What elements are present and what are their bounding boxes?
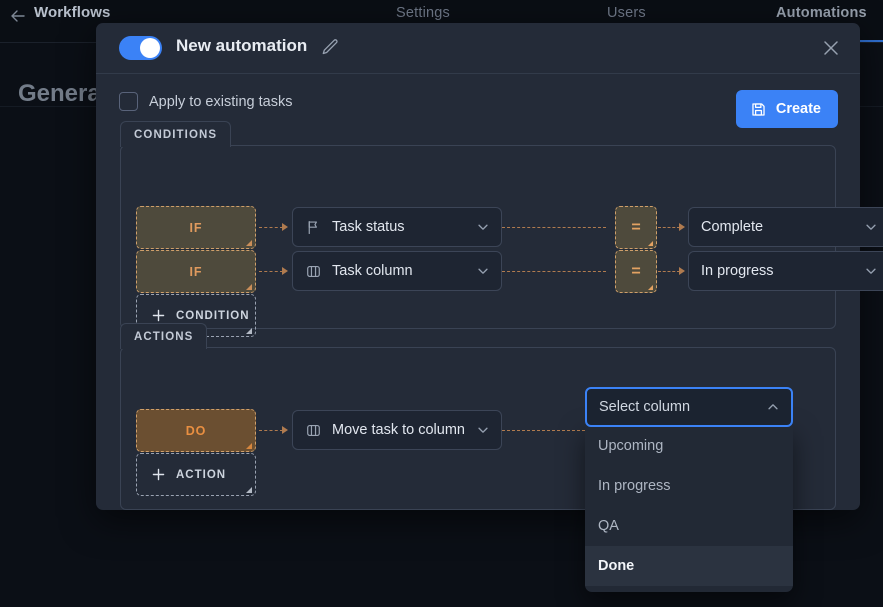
connector-arrow-icon (679, 223, 685, 231)
action-do-label: DO (186, 424, 207, 438)
dropdown-option-label: In progress (598, 478, 671, 494)
apply-to-existing-tasks-checkbox[interactable] (119, 92, 138, 111)
action-value-select[interactable]: Select column (585, 387, 793, 427)
condition-operator-chip-2[interactable]: = (615, 250, 657, 293)
resize-handle-icon[interactable] (648, 241, 653, 246)
flag-icon (305, 219, 322, 236)
connector-line (502, 271, 606, 272)
close-icon[interactable] (819, 36, 843, 60)
chevron-down-icon[interactable] (864, 264, 878, 278)
condition-value-select-2[interactable]: In progress (688, 251, 883, 291)
condition-operator-label-1: = (631, 219, 640, 237)
condition-if-label: IF (190, 221, 203, 235)
chevron-down-icon[interactable] (864, 220, 878, 234)
tab-settings[interactable]: Settings (396, 5, 450, 21)
condition-operator-chip-1[interactable]: = (615, 206, 657, 249)
condition-field-label-1: Task status (332, 219, 405, 235)
create-button-label: Create (776, 101, 821, 117)
dropdown-option-in-progress[interactable]: In progress (585, 466, 793, 506)
connector-line (259, 271, 283, 272)
dropdown-option-label: Upcoming (598, 438, 663, 454)
chevron-down-icon[interactable] (476, 423, 490, 437)
dropdown-option-done[interactable]: Done (585, 546, 793, 586)
connector-line (259, 430, 283, 431)
connector-arrow-icon (282, 267, 288, 275)
chevron-down-icon[interactable] (476, 220, 490, 234)
columns-icon (305, 263, 322, 280)
action-value-label: Select column (599, 399, 690, 415)
toggle-knob (140, 38, 160, 58)
condition-operator-label-2: = (631, 263, 640, 281)
dialog-header: New automation (96, 23, 860, 73)
chevron-down-icon[interactable] (476, 264, 490, 278)
condition-if-chip-1[interactable]: IF (136, 206, 256, 249)
condition-if-chip-2[interactable]: IF (136, 250, 256, 293)
tab-users[interactable]: Users (607, 5, 646, 21)
add-condition-label: CONDITION (176, 310, 250, 322)
condition-row: IF (136, 206, 256, 249)
create-button[interactable]: Create (736, 90, 838, 128)
add-action-label: ACTION (176, 469, 226, 481)
condition-value-label-1: Complete (701, 219, 763, 235)
apply-to-existing-tasks-label: Apply to existing tasks (149, 94, 292, 110)
action-field-label: Move task to column (332, 422, 465, 438)
dialog-title: New automation (176, 36, 307, 56)
back-arrow-icon[interactable] (8, 6, 28, 26)
resize-handle-icon[interactable] (246, 487, 252, 493)
plus-icon (151, 308, 166, 323)
plus-icon (151, 467, 166, 482)
screen: Workflows Settings Users Automations Gen… (0, 0, 883, 607)
condition-field-label-2: Task column (332, 263, 413, 279)
resize-handle-icon[interactable] (246, 443, 252, 449)
connector-arrow-icon (282, 426, 288, 434)
page-title: General (18, 80, 107, 108)
action-do-chip[interactable]: DO (136, 409, 256, 452)
connector-line (502, 227, 606, 228)
dropdown-option-label: Done (598, 558, 634, 574)
breadcrumb[interactable]: Workflows (34, 4, 110, 21)
chevron-up-icon[interactable] (766, 400, 780, 414)
action-field-select[interactable]: Move task to column (292, 410, 502, 450)
pencil-icon[interactable] (320, 37, 340, 57)
condition-if-label: IF (190, 265, 203, 279)
apply-to-existing-tasks-row[interactable]: Apply to existing tasks (119, 92, 292, 111)
condition-field-select-2[interactable]: Task column (292, 251, 502, 291)
condition-row: IF (136, 250, 256, 293)
connector-line (658, 227, 680, 228)
resize-handle-icon[interactable] (246, 240, 252, 246)
resize-handle-icon[interactable] (246, 328, 252, 334)
dropdown-option-upcoming[interactable]: Upcoming (585, 426, 793, 466)
conditions-panel-label: CONDITIONS (120, 121, 231, 147)
condition-field-select-1[interactable]: Task status (292, 207, 502, 247)
dropdown-option-label: QA (598, 518, 619, 534)
columns-icon (305, 422, 322, 439)
resize-handle-icon[interactable] (246, 284, 252, 290)
save-icon (750, 101, 767, 118)
connector-arrow-icon (282, 223, 288, 231)
connector-arrow-icon (679, 267, 685, 275)
column-dropdown-menu: Upcoming In progress QA Done (585, 426, 793, 592)
connector-line (259, 227, 283, 228)
add-action-button[interactable]: ACTION (136, 453, 256, 496)
header-divider (96, 73, 860, 74)
resize-handle-icon[interactable] (648, 285, 653, 290)
automation-enabled-toggle[interactable] (119, 36, 162, 60)
condition-value-select-1[interactable]: Complete (688, 207, 883, 247)
tab-automations[interactable]: Automations (776, 5, 867, 21)
actions-panel-label: ACTIONS (120, 323, 207, 349)
dropdown-option-qa[interactable]: QA (585, 506, 793, 546)
connector-line (658, 271, 680, 272)
condition-value-label-2: In progress (701, 263, 774, 279)
